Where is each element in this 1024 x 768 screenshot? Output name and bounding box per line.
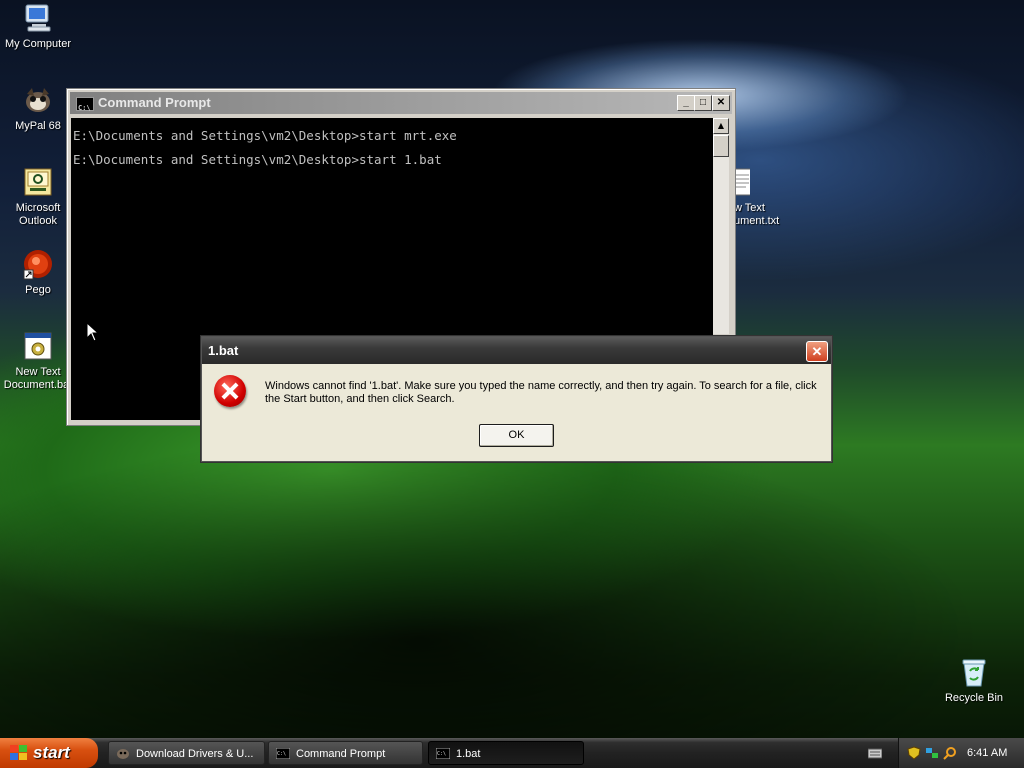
cmd-icon: C:\ <box>276 748 290 759</box>
task-label: Download Drivers & U... <box>136 748 254 760</box>
taskbar-button-command-prompt[interactable]: C:\ Command Prompt <box>268 741 423 765</box>
desktop-icon-label: Pego <box>25 284 51 296</box>
pego-app-icon <box>22 248 54 280</box>
taskbar: start Download Drivers & U... C:\ Comman… <box>0 738 1024 768</box>
cmd-titlebar[interactable]: Command Prompt _ □ ✕ <box>70 92 732 119</box>
minimize-button[interactable]: _ <box>677 95 695 111</box>
cmd-icon: C:\ <box>436 748 450 759</box>
mouse-cursor-icon <box>86 322 100 342</box>
console-line: E:\Documents and Settings\vm2\Desktop>st… <box>73 128 457 143</box>
desktop-icon-label: New Text Document.bat <box>3 366 73 391</box>
clock[interactable]: 6:41 AM <box>967 738 1007 768</box>
error-message: Windows cannot find '1.bat'. Make sure y… <box>265 380 817 405</box>
desktop-icon-label: MyPal 68 <box>15 120 61 132</box>
browser-icon <box>117 749 129 759</box>
desktop-icon-outlook[interactable]: Microsoft Outlook <box>0 166 76 228</box>
maximize-button[interactable]: □ <box>694 95 712 111</box>
desktop-icon-label: w Text ument.txt <box>734 202 780 227</box>
desktop-icon-txt-file[interactable]: w Text ument.txt <box>734 166 790 228</box>
cmd-window-title: Command Prompt <box>98 95 211 110</box>
ok-button[interactable]: OK <box>479 424 554 447</box>
desktop-icon-pego[interactable]: Pego <box>0 248 76 297</box>
text-file-icon <box>734 166 750 198</box>
dialog-titlebar[interactable]: 1.bat ✕ <box>202 337 831 364</box>
keyboard-icon[interactable] <box>868 747 882 759</box>
error-icon <box>214 375 246 407</box>
dialog-close-button[interactable]: ✕ <box>806 341 828 362</box>
svg-text:C:\: C:\ <box>277 751 286 757</box>
task-label: 1.bat <box>456 748 481 760</box>
system-tray: 6:41 AM <box>898 738 1024 768</box>
task-label: Command Prompt <box>296 748 386 760</box>
my-computer-icon <box>22 2 54 34</box>
desktop-icon-my-computer[interactable]: My Computer <box>0 2 76 51</box>
close-button[interactable]: ✕ <box>712 95 730 111</box>
desktop-icon-bat-file[interactable]: New Text Document.bat <box>0 330 76 392</box>
desktop-icon-label: Microsoft Outlook <box>15 202 61 227</box>
windows-logo-icon <box>10 745 28 761</box>
recycle-bin-icon <box>958 656 990 688</box>
svg-text:C:\: C:\ <box>437 751 446 757</box>
desktop-icon-recycle-bin[interactable]: Recycle Bin <box>936 656 1012 705</box>
start-button[interactable]: start <box>0 738 98 768</box>
search-icon[interactable] <box>943 746 957 760</box>
desktop-icon-label: Recycle Bin <box>944 692 1004 704</box>
outlook-icon <box>22 166 54 198</box>
mypal-browser-icon <box>22 84 54 116</box>
error-dialog[interactable]: 1.bat ✕ Windows cannot find '1.bat'. Mak… <box>201 336 832 462</box>
taskbar-button-1-bat[interactable]: C:\ 1.bat <box>428 741 584 765</box>
network-icon[interactable] <box>925 746 939 760</box>
cmd-icon <box>76 97 94 119</box>
scroll-thumb[interactable] <box>713 135 729 157</box>
taskbar-button-download-drivers[interactable]: Download Drivers & U... <box>108 741 265 765</box>
batch-file-icon <box>22 330 54 362</box>
start-label: start <box>33 743 70 762</box>
desktop-icon-label: My Computer <box>4 38 72 50</box>
vertical-scrollbar[interactable]: ▲ <box>713 118 729 334</box>
dialog-title: 1.bat <box>208 343 239 358</box>
console-line: E:\Documents and Settings\vm2\Desktop>st… <box>73 152 442 167</box>
desktop-icon-mypal[interactable]: MyPal 68 <box>0 84 76 133</box>
scroll-up-arrow-icon[interactable]: ▲ <box>713 118 729 134</box>
security-shield-icon[interactable] <box>907 746 921 760</box>
